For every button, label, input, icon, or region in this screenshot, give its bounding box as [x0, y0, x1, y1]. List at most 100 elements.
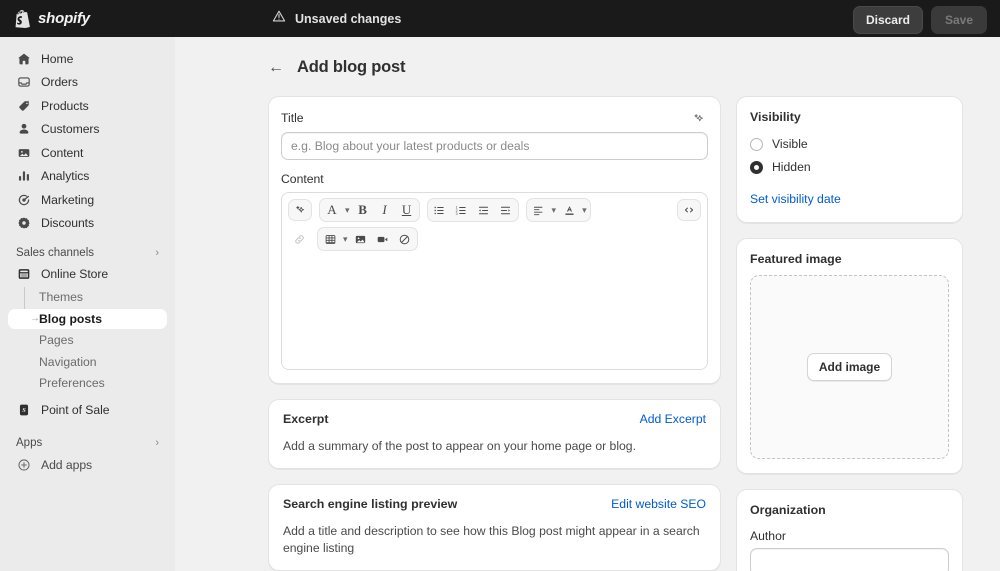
plus-circle-icon — [16, 457, 31, 472]
blog-post-editor-card: Title Content — [268, 96, 721, 384]
megaphone-target-icon — [16, 192, 31, 207]
sidebar-item-marketing[interactable]: Marketing — [8, 189, 167, 210]
indent-icon[interactable] — [495, 200, 517, 220]
chevron-down-icon[interactable]: ▾ — [580, 205, 589, 216]
unsaved-changes-label: Unsaved changes — [295, 11, 402, 26]
radio-visible[interactable] — [750, 137, 763, 151]
sidebar-item-orders[interactable]: Orders — [8, 72, 167, 93]
sidebar-item-label: Products — [41, 98, 89, 113]
sidebar-item-label: Orders — [41, 75, 78, 89]
text-color-icon[interactable] — [558, 200, 580, 220]
sidebar-item-themes[interactable]: Themes — [8, 287, 167, 307]
sidebar-item-discounts[interactable]: Discounts — [8, 213, 167, 234]
chevron-right-icon[interactable]: › — [155, 437, 159, 449]
sidebar-item-label: Add apps — [41, 457, 93, 472]
arrow-left-icon[interactable]: ← — [268, 59, 284, 76]
set-visibility-date-link[interactable]: Set visibility date — [750, 192, 841, 206]
shopify-bag-icon — [14, 9, 31, 28]
visibility-option-hidden[interactable]: Hidden — [750, 160, 949, 174]
numbered-list-icon[interactable]: 123 — [451, 200, 473, 220]
sidebar-item-point-of-sale[interactable]: S Point of Sale — [8, 399, 167, 420]
organization-card: Organization Author — [736, 489, 963, 571]
featured-image-card: Featured image Add image — [736, 238, 963, 474]
code-view-icon[interactable] — [677, 199, 701, 221]
content-media-icon — [16, 145, 31, 160]
bulleted-list-icon[interactable] — [429, 200, 451, 220]
featured-image-dropzone[interactable]: Add image — [750, 275, 949, 459]
visibility-option-label: Visible — [772, 137, 808, 151]
visibility-card: Visibility Visible Hidden Set visibility… — [736, 96, 963, 223]
magic-sparkle-icon[interactable] — [288, 199, 312, 221]
chevron-down-icon[interactable]: ▾ — [550, 205, 559, 216]
magic-sparkle-icon[interactable] — [688, 109, 708, 127]
main-content: ← Add blog post Title e.g. Blog about yo… — [175, 37, 1000, 571]
rich-text-editor: A ▾ B I U 123 ▾ ▾ ▾ — [281, 192, 708, 370]
seo-header: Search engine listing preview Edit websi… — [269, 485, 720, 511]
edit-website-seo-link[interactable]: Edit website SEO — [611, 497, 706, 511]
seo-preview-card: Search engine listing preview Edit websi… — [268, 484, 721, 571]
author-input[interactable] — [750, 548, 949, 571]
add-image-button[interactable]: Add image — [806, 353, 893, 381]
sidebar-subitem-label: Preferences — [39, 376, 105, 390]
sidebar-item-products[interactable]: Products — [8, 95, 167, 116]
sidebar-item-pages[interactable]: Pages — [8, 330, 167, 350]
italic-icon[interactable]: I — [374, 200, 396, 220]
add-excerpt-link[interactable]: Add Excerpt — [640, 412, 706, 426]
outdent-icon[interactable] — [473, 200, 495, 220]
sidebar-item-customers[interactable]: Customers — [8, 119, 167, 140]
discard-button[interactable]: Discard — [852, 6, 923, 34]
insert-video-icon[interactable] — [372, 229, 394, 249]
top-bar: shopify Unsaved changes Discard Save — [0, 0, 1000, 37]
align-color-group: ▾ ▾ — [525, 198, 591, 222]
shopify-logo[interactable]: shopify — [0, 9, 175, 28]
sidebar-item-label: Analytics — [41, 169, 90, 183]
sidebar-item-content[interactable]: Content — [8, 142, 167, 163]
sidebar-item-preferences[interactable]: Preferences — [8, 373, 167, 393]
sidebar-item-home[interactable]: Home — [8, 48, 167, 69]
sidebar-item-label: Content — [41, 145, 84, 160]
title-input[interactable] — [281, 132, 708, 160]
text-align-icon[interactable] — [528, 200, 550, 220]
save-button[interactable]: Save — [930, 6, 987, 34]
bold-icon[interactable]: B — [352, 200, 374, 220]
sidebar-item-online-store[interactable]: Online Store — [8, 264, 167, 285]
visibility-option-visible[interactable]: Visible — [750, 137, 949, 151]
editor-content-area[interactable] — [282, 257, 707, 369]
title-label-row: Title — [281, 109, 708, 127]
sidebar-item-navigation[interactable]: Navigation — [8, 352, 167, 372]
sidebar-item-blog-posts[interactable]: → Blog posts — [8, 308, 167, 329]
visibility-option-label: Hidden — [772, 160, 811, 174]
svg-text:3: 3 — [456, 212, 458, 216]
chevron-right-icon[interactable]: › — [155, 247, 159, 259]
featured-image-title: Featured image — [750, 252, 842, 266]
sidebar-subitem-label: Themes — [39, 290, 84, 304]
text-format-group: A ▾ B I U — [319, 198, 420, 222]
sales-channels-header[interactable]: Sales channels › — [16, 247, 159, 259]
pos-icon: S — [16, 402, 31, 417]
svg-text:S: S — [22, 407, 26, 414]
product-tag-icon — [16, 98, 31, 113]
warning-triangle-icon — [272, 9, 286, 28]
sidebar-item-label: Marketing — [41, 192, 95, 207]
chevron-down-icon[interactable]: ▾ — [341, 234, 350, 245]
title-label: Title — [281, 111, 304, 125]
sidebar-item-label: Customers — [41, 122, 100, 136]
insert-image-icon[interactable] — [350, 229, 372, 249]
radio-hidden[interactable] — [750, 160, 763, 174]
online-store-subnav: Themes → Blog posts Pages Navigation Pre… — [0, 287, 175, 393]
chevron-down-icon[interactable]: ▾ — [343, 205, 352, 216]
sidebar-subitem-label: Blog posts — [39, 311, 102, 326]
seo-title: Search engine listing preview — [283, 497, 458, 512]
sidebar-item-add-apps[interactable]: Add apps — [8, 454, 167, 475]
apps-header[interactable]: Apps › — [16, 437, 159, 449]
text-style-icon[interactable]: A — [321, 200, 343, 220]
author-label: Author — [750, 529, 786, 543]
right-column: Visibility Visible Hidden Set visibility… — [736, 96, 963, 571]
excerpt-header: Excerpt Add Excerpt — [269, 400, 720, 426]
clear-formatting-icon[interactable] — [394, 229, 416, 249]
table-icon[interactable] — [319, 229, 341, 249]
excerpt-title: Excerpt — [283, 412, 329, 426]
editor-toolbar-row-1: A ▾ B I U 123 ▾ ▾ — [282, 193, 707, 227]
sidebar-item-analytics[interactable]: Analytics — [8, 166, 167, 187]
underline-icon[interactable]: U — [396, 200, 418, 220]
